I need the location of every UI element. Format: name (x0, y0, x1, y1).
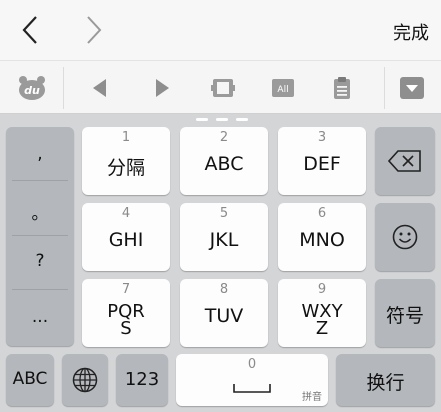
enter-key[interactable]: 换行 (336, 354, 435, 406)
punct-comma-key[interactable]: , (6, 144, 74, 198)
drag-handle[interactable] (236, 118, 248, 121)
divider (12, 235, 68, 236)
divider (12, 289, 68, 290)
symbols-key[interactable]: 符号 (375, 279, 435, 347)
key-5[interactable]: 5 JKL (180, 203, 268, 271)
select-button[interactable] (206, 61, 240, 114)
punct-ellipsis-key[interactable]: ... (6, 307, 74, 361)
cursor-right-icon (156, 78, 169, 97)
svg-text:du: du (24, 84, 40, 97)
forward-button[interactable] (78, 14, 108, 46)
key-8[interactable]: 8 TUV (180, 279, 268, 347)
key-label: GHI (108, 229, 144, 251)
key-label-bottom: Z (315, 318, 329, 339)
key-number: 7 (121, 282, 131, 297)
key-label: MNO (299, 229, 345, 251)
key-label: 符号 (385, 305, 424, 327)
space-hint: 拼音 (302, 392, 322, 403)
divider (12, 180, 68, 181)
punct-period-key[interactable]: 。 (6, 199, 74, 253)
key-label: WXY Z (278, 303, 366, 339)
key-6[interactable]: 6 MNO (278, 203, 366, 271)
key-number: 9 (317, 282, 327, 297)
clipboard-icon (334, 76, 350, 99)
delete-key[interactable] (375, 127, 435, 195)
key-label: DEF (303, 153, 341, 175)
numbers-key[interactable]: 123 (116, 354, 168, 406)
key-number: 8 (219, 282, 229, 297)
key-number: 3 (317, 130, 327, 145)
key-number: 2 (219, 130, 229, 145)
key-number: 0 (247, 357, 257, 372)
key-7[interactable]: 7 PQR S (82, 279, 170, 347)
key-label: 换行 (366, 372, 405, 394)
chevron-left-icon (22, 16, 37, 44)
select-icon (211, 78, 235, 97)
back-button[interactable] (16, 14, 46, 46)
backspace-icon (388, 150, 421, 172)
key-number: 4 (121, 206, 131, 221)
cursor-left-button[interactable] (86, 61, 114, 114)
done-button[interactable]: 完成 (393, 19, 429, 45)
key-number: 5 (219, 206, 229, 221)
emoji-key[interactable] (375, 203, 435, 271)
svg-text:All: All (277, 85, 288, 95)
top-navigation-bar: 完成 (0, 0, 441, 60)
abc-key[interactable]: ABC (6, 354, 54, 406)
cursor-left-icon (93, 78, 106, 97)
punct-question-key[interactable]: ? (6, 251, 74, 305)
key-number: 1 (121, 130, 131, 145)
space-key[interactable]: 0 拼音 (176, 354, 328, 406)
key-label-bottom: S (120, 318, 132, 339)
clipboard-button[interactable] (328, 61, 356, 114)
drag-handle[interactable] (216, 118, 228, 121)
key-2[interactable]: 2 ABC (180, 127, 268, 195)
key-label: ABC (204, 153, 244, 175)
collapse-keyboard-button[interactable] (396, 61, 428, 114)
space-bar-icon (233, 384, 271, 393)
key-label: ABC (12, 369, 48, 389)
key-label: PQR S (82, 303, 170, 339)
toolbar-divider (63, 67, 64, 109)
language-key[interactable] (62, 354, 108, 406)
smiley-icon (392, 224, 418, 250)
key-9[interactable]: 9 WXY Z (278, 279, 366, 347)
toolbar-divider (384, 67, 385, 109)
du-logo-icon: du (19, 75, 45, 100)
key-3[interactable]: 3 DEF (278, 127, 366, 195)
key-label: 分隔 (106, 157, 145, 179)
du-logo-button[interactable]: du (14, 61, 50, 114)
drag-handle[interactable] (196, 118, 208, 121)
key-1[interactable]: 1 分隔 (82, 127, 170, 195)
chevron-right-icon (87, 16, 102, 44)
select-all-icon: All (272, 78, 294, 97)
key-label: JKL (209, 229, 239, 251)
key-number: 6 (317, 206, 327, 221)
key-4[interactable]: 4 GHI (82, 203, 170, 271)
key-label: TUV (204, 305, 244, 327)
cursor-right-button[interactable] (148, 61, 176, 114)
punctuation-column: , 。 ? ... (6, 127, 74, 346)
select-all-button[interactable]: All (266, 61, 300, 114)
key-label: 123 (124, 369, 160, 390)
keyboard-toolbar: du All (0, 60, 441, 114)
globe-icon (72, 367, 98, 393)
collapse-keyboard-icon (400, 76, 424, 99)
